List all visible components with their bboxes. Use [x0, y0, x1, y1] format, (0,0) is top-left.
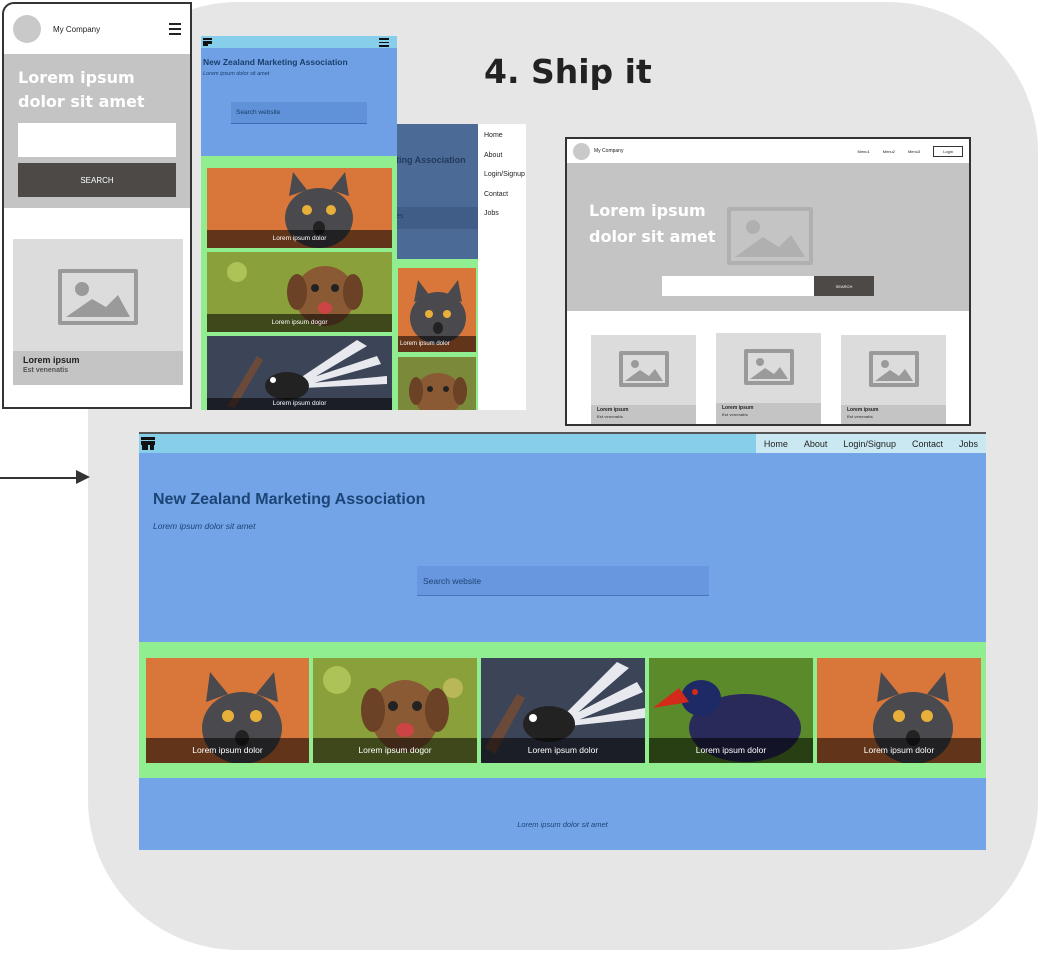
logo-placeholder	[573, 142, 590, 160]
card-subtitle: Est venenatis	[722, 412, 748, 417]
desktop-wireframe: My Company Menu1 Menu2 Menu3 Login Lorem…	[565, 137, 971, 426]
card-title: Lorem ipsum	[23, 355, 80, 365]
desktop-site-screenshot: Home About Login/Signup Contact Jobs New…	[139, 432, 986, 850]
wireframe-hero: Lorem ipsum dolor sit amet SEARCH	[567, 163, 969, 311]
mobile-wireframe: My Company Lorem ipsum dolor sit amet SE…	[2, 2, 192, 409]
tablet-nav-bar	[201, 36, 397, 48]
card[interactable]: Lorem ipsum Est venenatis	[13, 239, 183, 385]
slide: 4. Ship it My Company Lorem ipsum dolor …	[0, 0, 1045, 956]
nav-home[interactable]: Home	[756, 439, 796, 449]
wireframe-header: My Company Menu1 Menu2 Menu3 Login	[567, 139, 969, 163]
menu-item-contact[interactable]: Contact	[484, 191, 526, 211]
image-placeholder-icon	[619, 351, 669, 387]
card-photo-cat[interactable]: Lorem ipsum dolor	[207, 168, 392, 248]
card-photo-cat[interactable]: Lorem ipsum dolor	[817, 658, 981, 763]
image-placeholder-icon	[744, 349, 794, 385]
site-title: New Zealand Marketing Association	[203, 57, 348, 67]
card[interactable]: Lorem ipsum Est venenatis	[716, 333, 821, 424]
site-footer: Lorem ipsum dolor sit amet	[517, 820, 608, 829]
wireframe-nav: Menu1 Menu2 Menu3 Login	[858, 145, 963, 157]
brand-name: My Company	[594, 148, 624, 154]
hamburger-menu-icon[interactable]	[169, 23, 181, 35]
search-input-fragment[interactable]: es	[396, 207, 478, 229]
nav-about[interactable]: About	[796, 439, 836, 449]
nav-login-signup[interactable]: Login/Signup	[835, 439, 904, 449]
card-subtitle: Est venenatis	[847, 414, 873, 419]
card-label: Lorem ipsum dogor	[313, 738, 477, 763]
tablet-mockup: New Zealand Marketing Association Lorem …	[201, 36, 397, 410]
logo-placeholder	[13, 15, 41, 43]
search-input[interactable]: Search website	[231, 102, 367, 124]
menu-item-jobs[interactable]: Jobs	[484, 210, 526, 230]
nav-jobs[interactable]: Jobs	[951, 439, 986, 449]
hamburger-menu-icon[interactable]	[379, 38, 389, 47]
card-subtitle: Est venenatis	[597, 414, 623, 419]
menu-item-login-signup[interactable]: Login/Signup	[484, 171, 526, 191]
card-photo-cat[interactable]: Lorem ipsum dolor	[398, 268, 476, 352]
search-button[interactable]: SEARCH	[18, 163, 176, 197]
slide-heading: 4. Ship it	[484, 52, 652, 91]
card-label: Lorem ipsum dolor	[146, 738, 309, 763]
card-label: Lorem ipsum dolor	[207, 230, 392, 248]
card-caption: Lorem ipsum Est venenatis	[841, 405, 946, 424]
site-title-fragment: ting Association	[396, 155, 466, 165]
hero-title: Lorem ipsum dolor sit amet	[589, 201, 716, 246]
card-label: Lorem ipsum dolor	[817, 738, 981, 763]
site-subtitle: Lorem ipsum dolor sit amet	[203, 71, 270, 77]
card-title: Lorem ipsum	[722, 405, 754, 411]
menu-item-3[interactable]: Menu3	[908, 149, 920, 154]
menu-item-2[interactable]: Menu2	[883, 149, 895, 154]
card-photo-dog[interactable]	[398, 357, 476, 410]
card-caption: Lorem ipsum Est venenatis	[591, 405, 696, 424]
card-label: Lorem ipsum dolor	[398, 336, 476, 352]
arrow-icon	[76, 470, 90, 484]
card-label: Lorem ipsum dogor	[207, 314, 392, 332]
search-input[interactable]	[662, 276, 814, 296]
menu-item-home[interactable]: Home	[484, 132, 526, 152]
card-caption: Lorem ipsum Est venenatis	[13, 351, 183, 385]
image-placeholder-icon	[869, 351, 919, 387]
arrow-line	[0, 477, 78, 479]
site-nav-bar: Home About Login/Signup Contact Jobs	[139, 434, 986, 453]
card-photo-fantail[interactable]: Lorem ipsum dolor	[207, 336, 392, 410]
card-photo-dog[interactable]: Lorem ipsum dogor	[207, 252, 392, 332]
card-photo-dog[interactable]: Lorem ipsum dogor	[313, 658, 477, 763]
card-label: Lorem ipsum dolor	[481, 738, 645, 763]
card-title: Lorem ipsum	[847, 407, 879, 413]
card-photo-pukeko[interactable]: Lorem ipsum dolor	[649, 658, 813, 763]
site-subtitle: Lorem ipsum dolor sit amet	[153, 521, 256, 531]
search-input[interactable]: Search website	[417, 566, 709, 596]
nav-contact[interactable]: Contact	[904, 439, 951, 449]
brand-name: My Company	[53, 24, 101, 34]
search-button[interactable]: SEARCH	[814, 276, 874, 296]
card-strip: Lorem ipsum dolor Lorem ipsum dogor Lore…	[201, 156, 397, 410]
search-input[interactable]	[18, 123, 176, 157]
wireframe-hero: Lorem ipsum dolor sit amet SEARCH	[4, 54, 190, 208]
site-title: New Zealand Marketing Association	[153, 491, 426, 508]
tablet-menu-mockup: ting Association es Lorem ipsum dolor Ho…	[396, 124, 526, 410]
dropdown-menu: Home About Login/Signup Contact Jobs	[478, 124, 526, 410]
tablet-content: ting Association es Lorem ipsum dolor	[396, 124, 478, 410]
card[interactable]: Lorem ipsum Est venenatis	[841, 335, 946, 424]
store-icon[interactable]	[141, 437, 155, 450]
wireframe-header: My Company	[4, 4, 190, 54]
site-nav: Home About Login/Signup Contact Jobs	[755, 434, 986, 453]
store-icon[interactable]	[203, 38, 212, 46]
card-title: Lorem ipsum	[597, 407, 629, 413]
image-placeholder-icon	[727, 207, 813, 265]
card-subtitle: Est venenatis	[23, 367, 69, 374]
login-button[interactable]: Login	[933, 145, 963, 157]
card-label: Lorem ipsum dolor	[649, 738, 813, 763]
card-strip: Lorem ipsum dolor Lorem ipsum dogor Lore…	[139, 642, 986, 778]
card-caption: Lorem ipsum Est venenatis	[716, 403, 821, 424]
card-strip: Lorem ipsum dolor	[396, 259, 478, 410]
card[interactable]: Lorem ipsum Est venenatis	[591, 335, 696, 424]
card-label: Lorem ipsum dolor	[207, 398, 392, 410]
hero-title: Lorem ipsum dolor sit amet	[18, 68, 145, 111]
image-placeholder-icon	[58, 269, 138, 325]
card-photo-cat[interactable]: Lorem ipsum dolor	[146, 658, 309, 763]
menu-item-about[interactable]: About	[484, 152, 526, 172]
card-photo-fantail[interactable]: Lorem ipsum dolor	[481, 658, 645, 763]
menu-item-1[interactable]: Menu1	[858, 149, 870, 154]
